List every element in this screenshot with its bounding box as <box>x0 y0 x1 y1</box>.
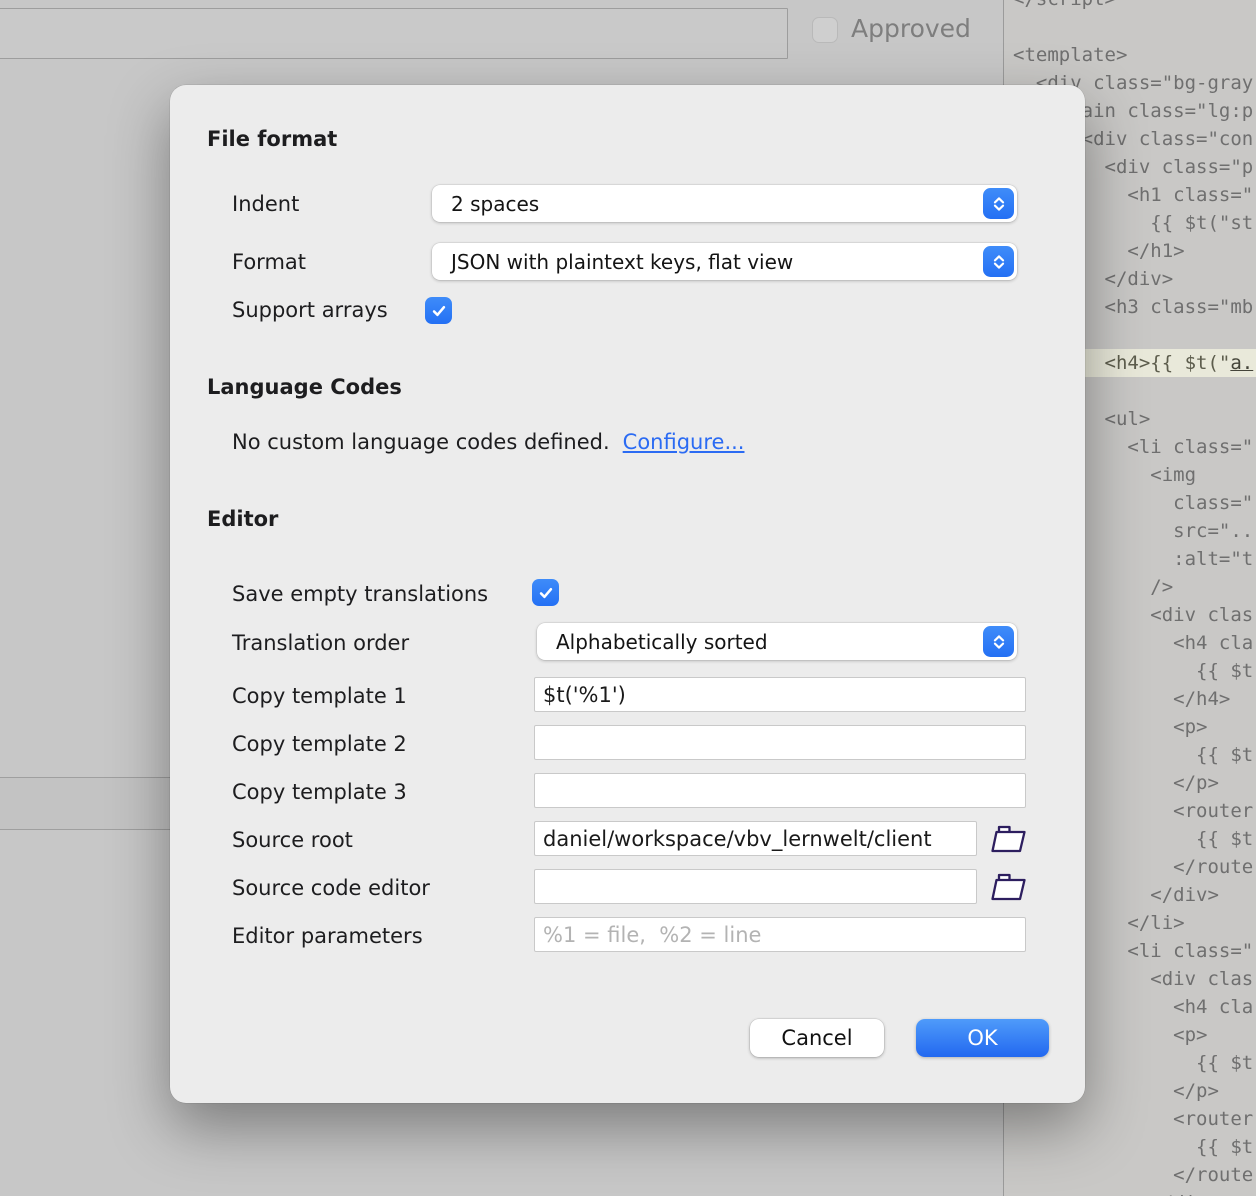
section-title-editor: Editor <box>207 506 278 532</box>
checkmark-icon <box>537 584 555 602</box>
section-title-language-codes: Language Codes <box>207 374 402 400</box>
translation-key-link: a. <box>1230 352 1253 374</box>
copy-template-2-input[interactable] <box>534 725 1026 760</box>
format-select-value: JSON with plaintext keys, flat view <box>451 250 793 274</box>
indent-select-value: 2 spaces <box>451 192 539 216</box>
translation-order-select[interactable]: Alphabetically sorted <box>537 623 1017 660</box>
copy-template-3-label: Copy template 3 <box>232 779 407 805</box>
code-line: </div <box>1004 1189 1256 1196</box>
copy-template-2-label: Copy template 2 <box>232 731 407 757</box>
code-line: </script> <box>1004 0 1256 13</box>
section-title-file-format: File format <box>207 126 337 152</box>
ok-button[interactable]: OK <box>916 1019 1049 1057</box>
copy-template-3-input[interactable] <box>534 773 1026 808</box>
copy-template-1-label: Copy template 1 <box>232 683 407 709</box>
source-root-input[interactable] <box>534 821 977 856</box>
format-label: Format <box>232 249 306 275</box>
source-root-browse-button[interactable] <box>991 824 1027 854</box>
source-code-editor-input[interactable] <box>534 869 977 904</box>
approved-checkbox[interactable] <box>812 17 838 43</box>
support-arrays-label: Support arrays <box>232 297 388 323</box>
indent-select[interactable]: 2 spaces <box>432 185 1017 222</box>
settings-dialog: File format Indent 2 spaces Format JSON … <box>170 85 1085 1103</box>
folder-icon <box>991 872 1027 902</box>
save-empty-translations-label: Save empty translations <box>232 581 488 607</box>
background-text-field[interactable] <box>0 8 788 59</box>
source-code-editor-label: Source code editor <box>232 875 430 901</box>
code-line <box>1004 13 1256 41</box>
up-down-chevrons-icon <box>983 188 1014 219</box>
save-empty-translations-checkbox[interactable] <box>532 579 559 606</box>
indent-label: Indent <box>232 191 299 217</box>
editor-parameters-label: Editor parameters <box>232 923 423 949</box>
up-down-chevrons-icon <box>983 246 1014 277</box>
checkmark-icon <box>430 302 448 320</box>
code-line: <template> <box>1004 41 1256 69</box>
code-line: <router <box>1004 1105 1256 1133</box>
up-down-chevrons-icon <box>983 626 1014 657</box>
code-line: {{ $t <box>1004 1133 1256 1161</box>
copy-template-1-input[interactable] <box>534 677 1026 712</box>
cancel-button[interactable]: Cancel <box>750 1019 884 1057</box>
source-root-label: Source root <box>232 827 353 853</box>
approved-checkbox-label: Approved <box>851 14 971 43</box>
support-arrays-checkbox[interactable] <box>425 297 452 324</box>
code-line: </route <box>1004 1161 1256 1189</box>
folder-icon <box>991 824 1027 854</box>
editor-parameters-input[interactable] <box>534 917 1026 952</box>
translation-order-select-value: Alphabetically sorted <box>556 630 768 654</box>
translation-order-label: Translation order <box>232 630 409 656</box>
language-codes-status: No custom language codes defined. <box>232 429 610 455</box>
configure-link[interactable]: Configure... <box>623 430 745 454</box>
format-select[interactable]: JSON with plaintext keys, flat view <box>432 243 1017 280</box>
source-code-editor-browse-button[interactable] <box>991 872 1027 902</box>
